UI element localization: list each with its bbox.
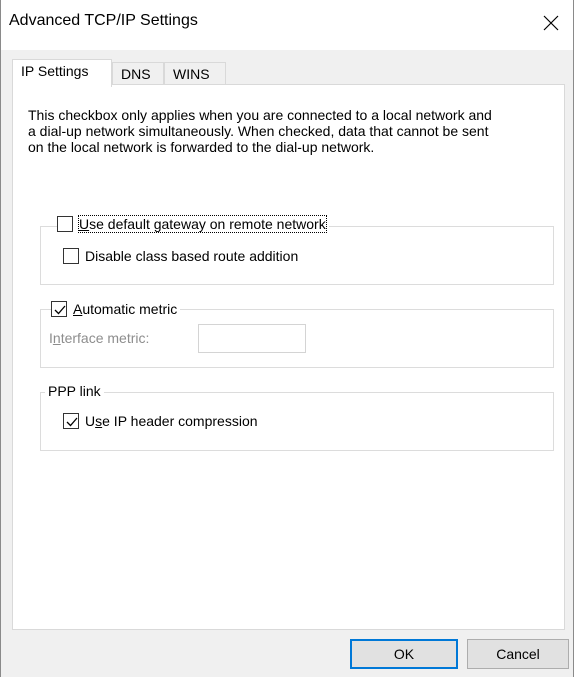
cancel-button[interactable]: Cancel <box>467 639 569 669</box>
automatic-metric-label: Automatic metric <box>73 301 178 317</box>
automatic-metric-checkbox[interactable]: Automatic metric <box>51 301 181 317</box>
use-default-gateway-checkbox[interactable]: Use default gateway on remote network <box>57 215 329 233</box>
tab-wins[interactable]: WINS <box>164 62 226 85</box>
description-text: This checkbox only applies when you are … <box>28 107 492 155</box>
tab-dns[interactable]: DNS <box>112 62 164 85</box>
title-bar: Advanced TCP/IP Settings <box>1 0 573 50</box>
cancel-button-label: Cancel <box>496 646 540 662</box>
close-icon <box>543 15 559 31</box>
tab-label: IP Settings <box>21 63 89 79</box>
ok-button-label: OK <box>393 646 415 662</box>
tab-label: WINS <box>173 66 210 82</box>
checkbox-box[interactable] <box>63 248 79 264</box>
use-default-gateway-label: Use default gateway on remote network <box>78 215 327 233</box>
interface-metric-input[interactable] <box>198 324 306 353</box>
checkbox-box[interactable] <box>63 413 79 429</box>
dialog-window: Advanced TCP/IP Settings IP Settings DNS… <box>0 0 574 677</box>
tab-ip-settings[interactable]: IP Settings <box>12 59 112 87</box>
close-button[interactable] <box>529 8 573 38</box>
checkbox-box[interactable] <box>51 301 67 317</box>
checkmark-icon <box>54 305 66 315</box>
ppp-link-legend: PPP link <box>45 383 104 399</box>
interface-metric-label: Interface metric: <box>49 330 150 346</box>
disable-class-route-label: Disable class based route addition <box>85 248 299 264</box>
ip-header-compression-label: Use IP header compression <box>85 413 258 429</box>
ip-settings-panel: This checkbox only applies when you are … <box>12 84 565 630</box>
ip-header-compression-checkbox[interactable]: Use IP header compression <box>63 413 261 429</box>
tab-label: DNS <box>121 66 151 82</box>
checkmark-icon <box>66 417 78 427</box>
disable-class-route-checkbox[interactable]: Disable class based route addition <box>63 248 302 264</box>
ok-button[interactable]: OK <box>350 639 458 669</box>
checkbox-box[interactable] <box>57 216 73 232</box>
window-title: Advanced TCP/IP Settings <box>9 12 198 29</box>
